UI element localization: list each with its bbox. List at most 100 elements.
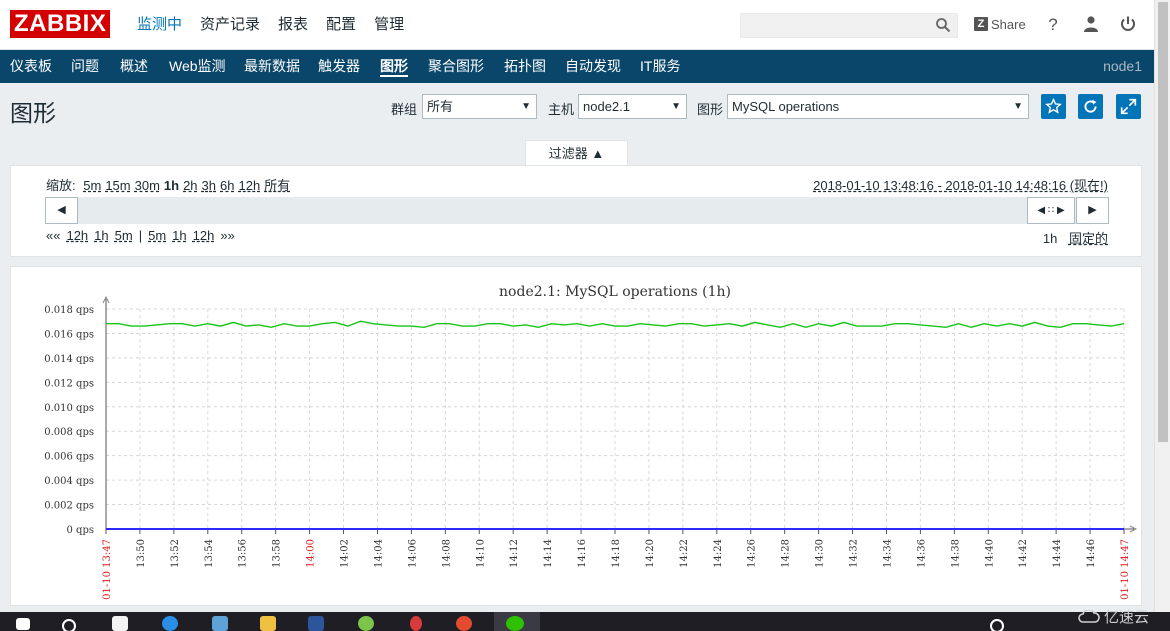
main-menu-item[interactable]: 资产记录 xyxy=(191,0,269,50)
period-nav-link[interactable]: 12h xyxy=(193,228,215,243)
period-nav-link[interactable]: 5m xyxy=(115,228,133,243)
zoom-label: 缩放: xyxy=(46,178,76,193)
y-tick-label: 0.004 qps xyxy=(44,476,94,487)
sub-menu-item[interactable]: 聚合图形 xyxy=(428,50,484,83)
sub-menu-item[interactable]: 问题 xyxy=(71,50,99,83)
period-nav-link[interactable]: «« xyxy=(46,228,60,243)
network-icon[interactable] xyxy=(990,619,1004,631)
search-icon[interactable] xyxy=(62,619,76,631)
wechat-taskbar-button[interactable] xyxy=(494,612,540,631)
host-select[interactable]: node2.1 ▼ xyxy=(578,94,687,119)
sub-menu-item[interactable]: 自动发现 xyxy=(565,50,621,83)
sub-menu-item[interactable]: IT服务 xyxy=(640,50,680,83)
word-icon[interactable] xyxy=(308,616,324,631)
x-tick-label: 01-10 13:47 xyxy=(102,539,113,600)
help-icon[interactable]: ? xyxy=(1043,15,1063,35)
zoom-option[interactable]: 所有 xyxy=(264,178,290,193)
search-input[interactable] xyxy=(740,13,958,38)
main-menu-item[interactable]: 配置 xyxy=(317,0,365,50)
windows-start-icon[interactable] xyxy=(16,618,30,630)
app-icon[interactable] xyxy=(358,616,374,631)
chevron-down-icon: ▼ xyxy=(1013,101,1023,112)
search-icon[interactable] xyxy=(935,17,951,33)
main-menu-item[interactable]: 管理 xyxy=(365,0,413,50)
y-tick-label: 0.002 qps xyxy=(44,501,94,512)
scroll-right-button[interactable]: ▶ xyxy=(1076,197,1109,224)
browser-icon[interactable] xyxy=(162,616,178,631)
host-select-value: node2.1 xyxy=(583,99,630,114)
period-nav-link[interactable]: 1h xyxy=(172,228,186,243)
page-scrollbar[interactable] xyxy=(1154,0,1170,612)
group-select-value: 所有 xyxy=(427,99,454,114)
y-tick-label: 0 qps xyxy=(67,525,94,536)
zoom-option[interactable]: 5m xyxy=(83,178,101,193)
x-tick-label: 14:10 xyxy=(475,539,486,568)
refresh-button[interactable] xyxy=(1078,94,1103,119)
scrollbar-thumb[interactable] xyxy=(1158,2,1168,442)
period-nav-row: «« 12h 1h 5m | 5m 1h 12h »» xyxy=(46,228,241,243)
y-tick-label: 0.006 qps xyxy=(44,452,94,463)
main-menu-item[interactable]: 监测中 xyxy=(128,0,191,50)
user-icon[interactable] xyxy=(1081,15,1101,35)
main-menu-item[interactable]: 报表 xyxy=(269,0,317,50)
signout-icon[interactable] xyxy=(1118,15,1138,35)
period-nav-link[interactable]: 5m xyxy=(148,228,166,243)
x-tick-label: 14:22 xyxy=(679,539,690,568)
chevron-down-icon: ▼ xyxy=(521,101,531,112)
sub-menu-item[interactable]: 概述 xyxy=(120,50,148,83)
zoom-row: 缩放: 5m 15m 30m 1h 2h 3h 6h 12h 所有 xyxy=(46,175,294,194)
zoom-option[interactable]: 30m xyxy=(135,178,160,193)
graph-select-value: MySQL operations xyxy=(732,99,840,114)
fixed-toggle[interactable]: 固定的 xyxy=(1069,231,1108,246)
graph-panel: node2.1: MySQL operations (1h) 0 qps 0.002… xyxy=(10,266,1142,606)
group-select[interactable]: 所有 ▼ xyxy=(422,94,537,119)
drag-handle-icon: ◀ ∷ ▶ xyxy=(1037,205,1065,216)
nav-separator: | xyxy=(138,228,143,243)
fullscreen-button[interactable] xyxy=(1116,94,1141,119)
app-icon[interactable] xyxy=(212,616,228,631)
share-button[interactable]: Z Share xyxy=(974,14,1026,34)
timeline-scrollbar[interactable]: ◀ ◀ ∷ ▶ ▶ xyxy=(45,197,1109,224)
x-tick-label: 14:26 xyxy=(747,539,758,568)
notepad-icon[interactable] xyxy=(112,616,128,631)
sub-menu-item[interactable]: Web监测 xyxy=(169,50,226,83)
star-icon xyxy=(1045,97,1062,114)
folder-icon[interactable] xyxy=(260,616,276,631)
sub-menu-item[interactable]: 图形 xyxy=(380,50,408,83)
scroll-left-button[interactable]: ◀ xyxy=(45,197,78,224)
period-nav-link[interactable]: »» xyxy=(220,228,234,243)
sub-menu-item[interactable]: 最新数据 xyxy=(244,50,300,83)
x-tick-label: 14:38 xyxy=(950,539,961,568)
sub-menu-item[interactable]: 拓扑图 xyxy=(504,50,546,83)
x-tick-label: 14:20 xyxy=(645,539,656,568)
x-tick-label: 13:50 xyxy=(136,539,147,568)
zoom-option[interactable]: 15m xyxy=(105,178,130,193)
graph-select[interactable]: MySQL operations ▼ xyxy=(727,94,1029,119)
zoom-option[interactable]: 1h xyxy=(164,178,179,193)
page-title: 图形 xyxy=(10,100,56,126)
arrow-left-icon: ◀ xyxy=(57,204,66,216)
chrome-icon[interactable] xyxy=(456,616,472,631)
x-tick-label: 13:52 xyxy=(170,539,181,568)
y-tick-label: 0.018 qps xyxy=(44,305,94,316)
period-nav-link[interactable]: 12h xyxy=(66,228,88,243)
zoom-option[interactable]: 6h xyxy=(220,178,234,193)
filter-tab[interactable]: 过滤器 ▲ xyxy=(525,140,628,166)
zoom-option[interactable]: 3h xyxy=(202,178,216,193)
x-tick-label: 14:44 xyxy=(1052,539,1063,568)
zoom-option[interactable]: 2h xyxy=(183,178,197,193)
period-nav-link[interactable]: 1h xyxy=(94,228,108,243)
period-info: 1h 固定的 xyxy=(1043,228,1108,247)
app-icon[interactable] xyxy=(410,616,422,631)
timeline-handle[interactable]: ◀ ∷ ▶ xyxy=(1027,197,1075,224)
zoom-option[interactable]: 12h xyxy=(238,178,260,193)
zabbix-logo[interactable]: ZABBIX xyxy=(10,10,111,38)
sub-menu-item[interactable]: 仪表板 xyxy=(10,50,52,83)
x-tick-label: 14:04 xyxy=(373,539,384,568)
chart-title: node2.1: MySQL operations (1h) xyxy=(499,284,731,300)
y-tick-label: 0.012 qps xyxy=(44,378,94,389)
favorite-button[interactable] xyxy=(1041,94,1066,119)
sub-menu-item[interactable]: 触发器 xyxy=(318,50,360,83)
time-range[interactable]: 2018-01-10 13:48:16 - 2018-01-10 14:48:1… xyxy=(813,175,1108,194)
y-tick-label: 0.016 qps xyxy=(44,329,94,340)
